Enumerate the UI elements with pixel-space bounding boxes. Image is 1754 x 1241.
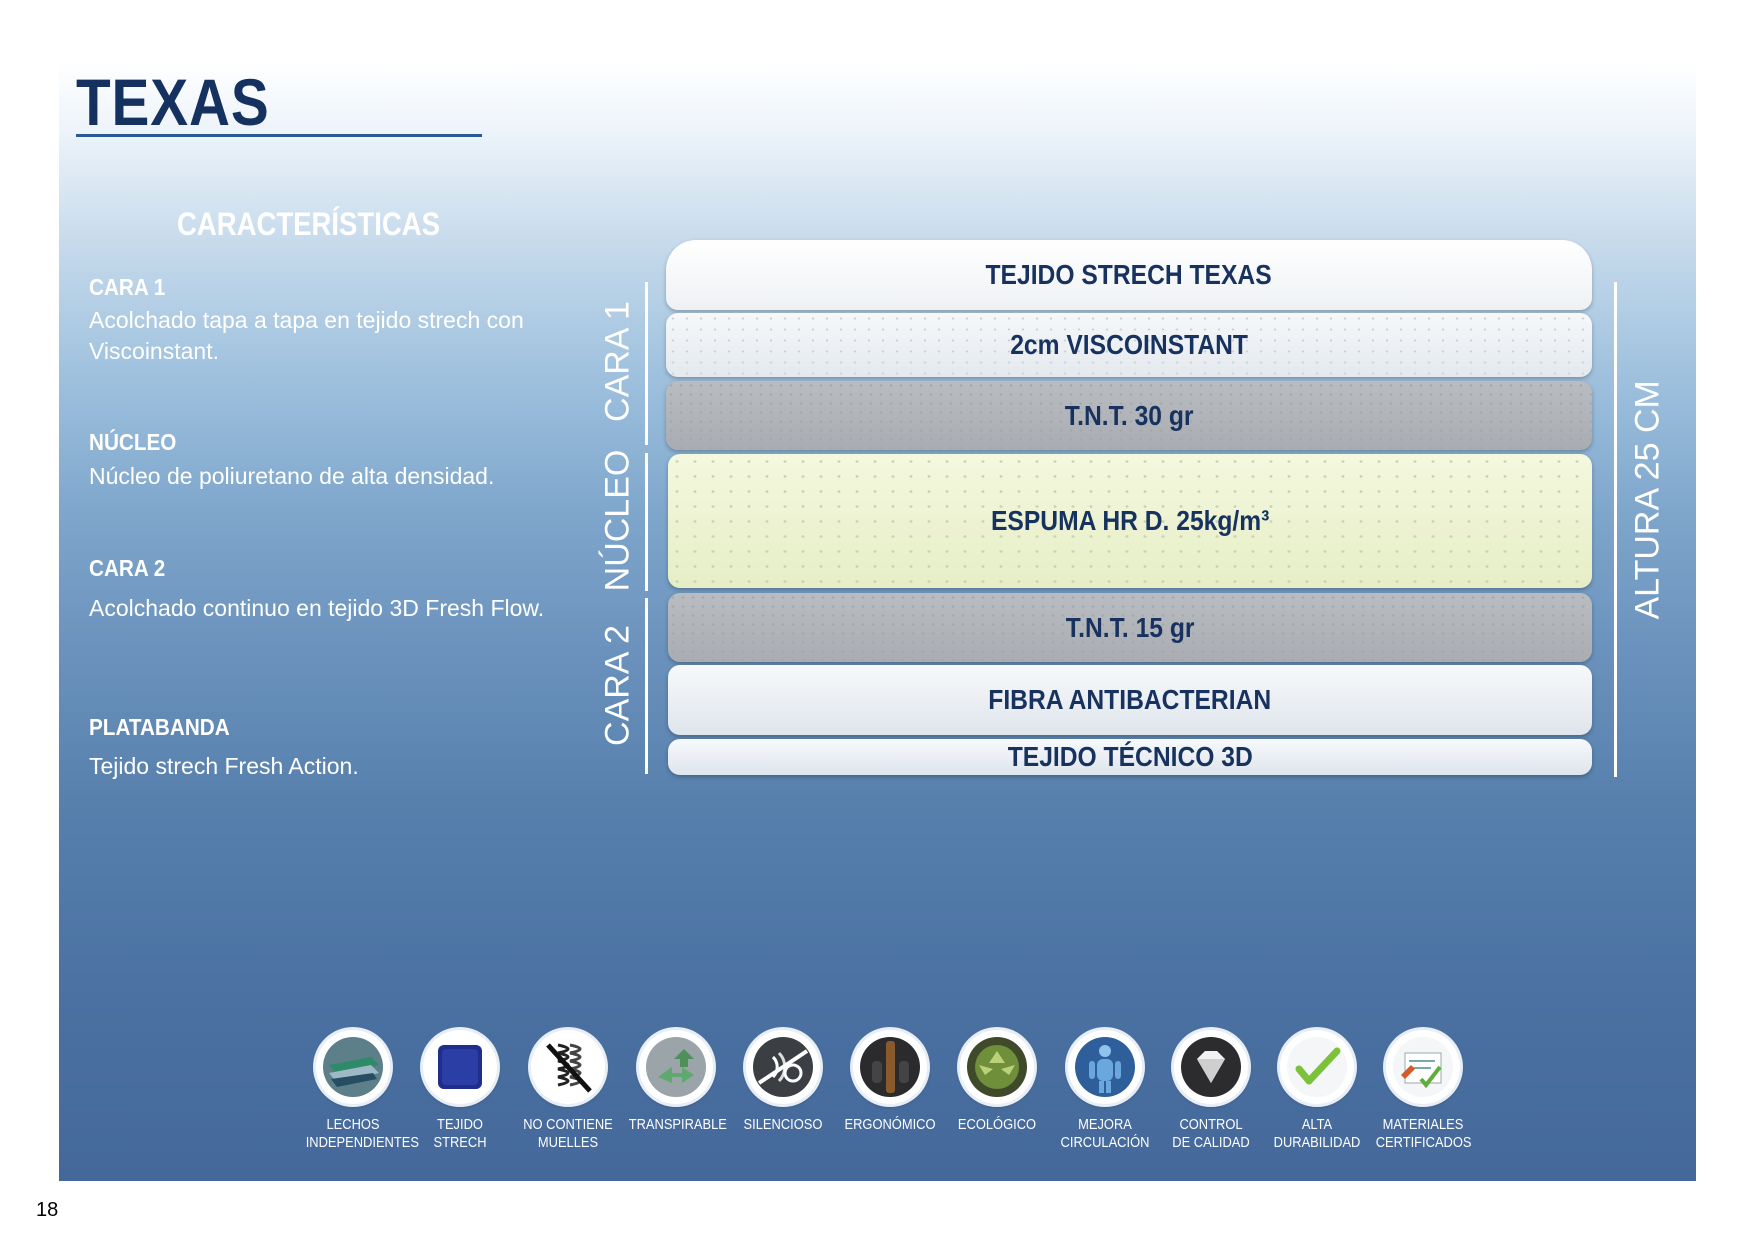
feature-alta-durabilidad: ALTA DURABILIDAD [1262, 1030, 1372, 1152]
feature-control-de-calidad: CONTROL DE CALIDAD [1156, 1030, 1266, 1152]
cara1-bracket-line [645, 282, 648, 445]
layer-tnt-30: T.N.T. 30 gr [666, 381, 1592, 450]
feature-ecologico: ECOLÓGICO [942, 1030, 1052, 1134]
feature-label-line2: CIRCULACIÓN [1060, 1134, 1150, 1151]
page-number: 18 [36, 1199, 59, 1221]
feature-label-line1: NO CONTIENE [523, 1116, 613, 1133]
airflow-arrows-icon [639, 1030, 713, 1104]
section-text-cara2: Acolchado continuo en tejido 3D Fresh Fl… [89, 595, 545, 621]
layer-label: FIBRA ANTIBACTERIAN [988, 684, 1272, 715]
feature-label-line2: MUELLES [537, 1134, 599, 1151]
feature-label-line2: INDEPENDIENTES [305, 1134, 419, 1151]
layer-label: 2cm VISCOINSTANT [1010, 329, 1248, 360]
silent-icon [746, 1030, 820, 1104]
feature-label-line1: TRANSPIRABLE [628, 1116, 727, 1133]
layer-label: TEJIDO STRECH TEXAS [985, 259, 1273, 290]
cara2-bracket-line [645, 598, 648, 774]
layer-tnt-15: T.N.T. 15 gr [668, 593, 1592, 662]
section-heading-cara1: CARA 1 [89, 274, 166, 300]
layer-espuma-hr: ESPUMA HR D. 25kg/m³ [668, 454, 1592, 588]
feature-materiales-certificados: MATERIALES CERTIFICADOS [1368, 1030, 1478, 1152]
feature-label-line1: ECOLÓGICO [957, 1116, 1037, 1133]
section-text-cara1: Acolchado tapa a tapa en tejido strech c… [89, 307, 524, 364]
feature-label-line1: CONTROL [1179, 1116, 1243, 1133]
body-circulation-icon [1068, 1030, 1142, 1104]
feature-transpirable: TRANSPIRABLE [621, 1030, 731, 1134]
section-heading-platabanda: PLATABANDA [89, 714, 230, 740]
no-springs-icon [531, 1030, 605, 1104]
feature-label-line1: TEJIDO [437, 1116, 483, 1133]
feature-label-line1: MATERIALES [1382, 1116, 1464, 1133]
layered-beds-icon [316, 1030, 390, 1104]
characteristics-heading: CARACTERÍSTICAS [177, 206, 440, 242]
feature-label-line1: LECHOS [326, 1116, 380, 1133]
layer-tejido-strech: TEJIDO STRECH TEXAS [666, 240, 1592, 310]
side-label-nucleo: NÚCLEO [598, 449, 637, 592]
layer-tejido-tecnico-3d: TEJIDO TÉCNICO 3D [668, 739, 1592, 775]
nucleo-bracket-line [645, 453, 648, 591]
feature-label-line2: CERTIFICADOS [1375, 1134, 1472, 1151]
feature-tejido-strech: TEJIDO STRECH [405, 1030, 515, 1152]
feature-silencioso: SILENCIOSO [728, 1030, 838, 1134]
feature-ergonomico: ERGONÓMICO [835, 1030, 945, 1134]
feature-label-line1: MEJORA [1078, 1116, 1132, 1133]
side-label-cara1: CARA 1 [598, 301, 637, 422]
feature-label-line2: STRECH [433, 1134, 487, 1151]
spine-icon [853, 1030, 927, 1104]
page-title: TEXAS [76, 65, 270, 139]
feature-label-line1: SILENCIOSO [743, 1116, 823, 1133]
recycle-icon [960, 1030, 1034, 1104]
certificate-icon [1386, 1030, 1460, 1104]
feature-no-contiene-muelles: NO CONTIENE MUELLES [513, 1030, 623, 1152]
feature-label-line1: ALTA [1301, 1116, 1333, 1133]
title-underline [76, 134, 482, 137]
layer-label: T.N.T. 30 gr [1064, 399, 1194, 431]
section-text-nucleo: Núcleo de poliuretano de alta densidad. [89, 463, 495, 489]
feature-label-line2: DURABILIDAD [1273, 1134, 1361, 1151]
layer-label: TEJIDO TÉCNICO 3D [1007, 741, 1253, 772]
feature-label-line1: ERGONÓMICO [844, 1116, 936, 1133]
quality-diamond-icon [1174, 1030, 1248, 1104]
side-label-altura: ALTURA 25 CM [1628, 380, 1667, 620]
layer-fibra-antibacterian: FIBRA ANTIBACTERIAN [668, 665, 1592, 735]
height-bracket-line [1614, 282, 1617, 777]
section-text-platabanda: Tejido strech Fresh Action. [89, 753, 359, 779]
layer-label: T.N.T. 15 gr [1065, 611, 1195, 643]
feature-lechos-independientes: LECHOS INDEPENDIENTES [298, 1030, 419, 1152]
section-heading-cara2: CARA 2 [89, 555, 166, 581]
layer-viscoinstant: 2cm VISCOINSTANT [666, 313, 1592, 377]
fabric-swatch-icon [423, 1030, 497, 1104]
side-label-cara2: CARA 2 [598, 625, 637, 746]
feature-mejora-circulacion: MEJORA CIRCULACIÓN [1050, 1030, 1160, 1152]
layer-label: ESPUMA HR D. 25kg/m³ [990, 505, 1270, 536]
feature-label-line2: DE CALIDAD [1172, 1134, 1250, 1151]
checkmark-icon [1280, 1030, 1354, 1104]
section-heading-nucleo: NÚCLEO [89, 429, 177, 455]
